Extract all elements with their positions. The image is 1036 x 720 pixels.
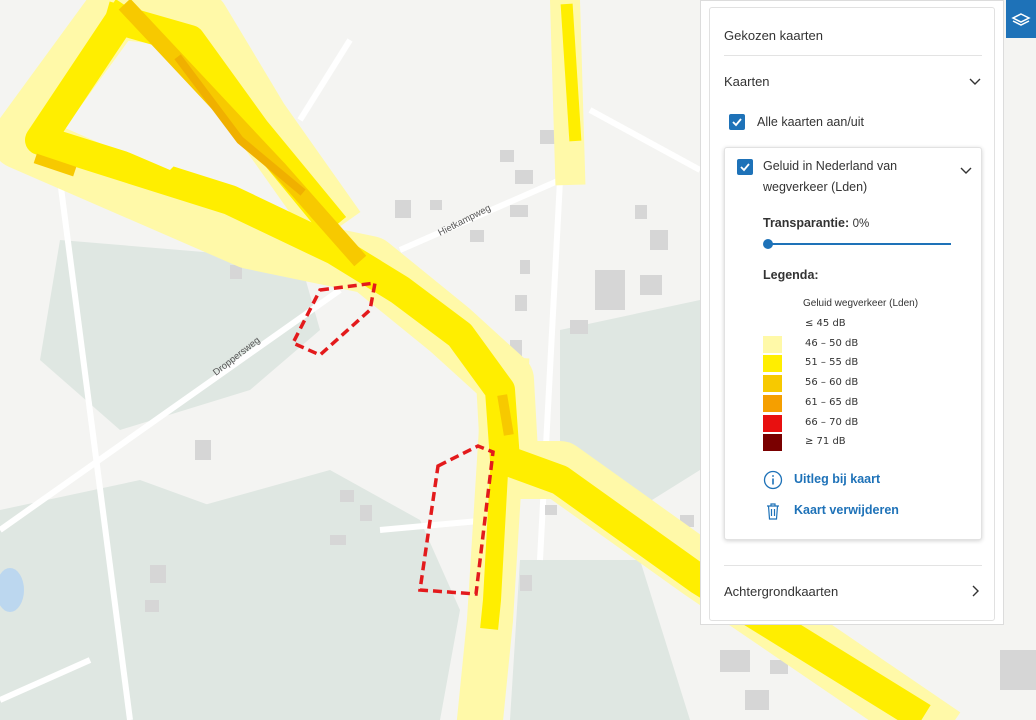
transparency-label: Transparantie: [763,216,850,230]
transparency-slider-handle[interactable] [763,239,773,249]
all-maps-label: Alle kaarten aan/uit [757,115,865,129]
legend-item-label: 51 – 55 dB [805,357,859,369]
legend-swatch [763,394,782,412]
legend-item-label: ≤ 45 dB [805,318,846,329]
divider [724,55,982,56]
legend-swatch [763,434,782,452]
transparency-slider[interactable] [767,243,951,245]
trash-icon [767,503,779,520]
legend-item: 61 – 65 dB [763,394,963,412]
info-icon [763,470,783,490]
chevron-right-icon [972,585,979,597]
transparency-row: Transparantie: 0% [763,216,869,230]
all-maps-checkbox[interactable] [729,114,745,130]
map-layers-panel: Gekozen kaarten Kaarten Alle kaarten aan… [700,0,1004,625]
layer-name: Geluid in Nederland van wegverkeer (Lden… [763,159,898,194]
legend-item: ≥ 71 dB [763,434,963,452]
panel-inner: Gekozen kaarten Kaarten Alle kaarten aan… [709,7,995,621]
section-kaarten[interactable]: Kaarten [724,74,982,89]
layers-toggle-button[interactable] [1006,0,1036,38]
legend-item-label: ≥ 71 dB [805,436,846,448]
layer-checkbox[interactable] [737,159,753,175]
legend-swatch [763,316,782,333]
legend-swatch [763,414,782,432]
layers-icon [1011,13,1031,26]
chevron-down-icon[interactable] [959,163,973,177]
legend-item-label: 66 – 70 dB [805,416,859,428]
transparency-value: 0% [852,218,870,230]
section-achtergrondkaarten[interactable]: Achtergrondkaarten [724,584,982,599]
info-link-label: Uitleg bij kaart [794,472,881,486]
remove-map-label: Kaart verwijderen [794,503,899,517]
check-icon [732,118,742,127]
panel-title: Gekozen kaarten [724,28,824,43]
chevron-down-icon [969,78,981,85]
legend-swatch [763,355,782,373]
legend-item-label: 46 – 50 dB [805,337,859,349]
legend-item: 66 – 70 dB [763,414,963,432]
legend-swatch [763,335,782,353]
legend-item: ≤ 45 dB [763,316,963,333]
legend-item: 46 – 50 dB [763,335,963,353]
legend-item-label: 56 – 60 dB [805,377,859,389]
legend-item: 51 – 55 dB [763,355,963,373]
legend-item: 56 – 60 dB [763,375,963,393]
legend-item-label: 61 – 65 dB [805,396,859,408]
section-achtergrondkaarten-label: Achtergrondkaarten [724,584,839,599]
legend-label: Legenda: [763,268,819,282]
section-kaarten-label: Kaarten [724,74,770,89]
layer-card: Geluid in Nederland van wegverkeer (Lden… [724,147,982,540]
legend-title: Geluid wegverkeer (Lden) [803,298,919,309]
check-icon [740,163,750,172]
divider [724,565,982,566]
legend-swatch [763,375,782,393]
